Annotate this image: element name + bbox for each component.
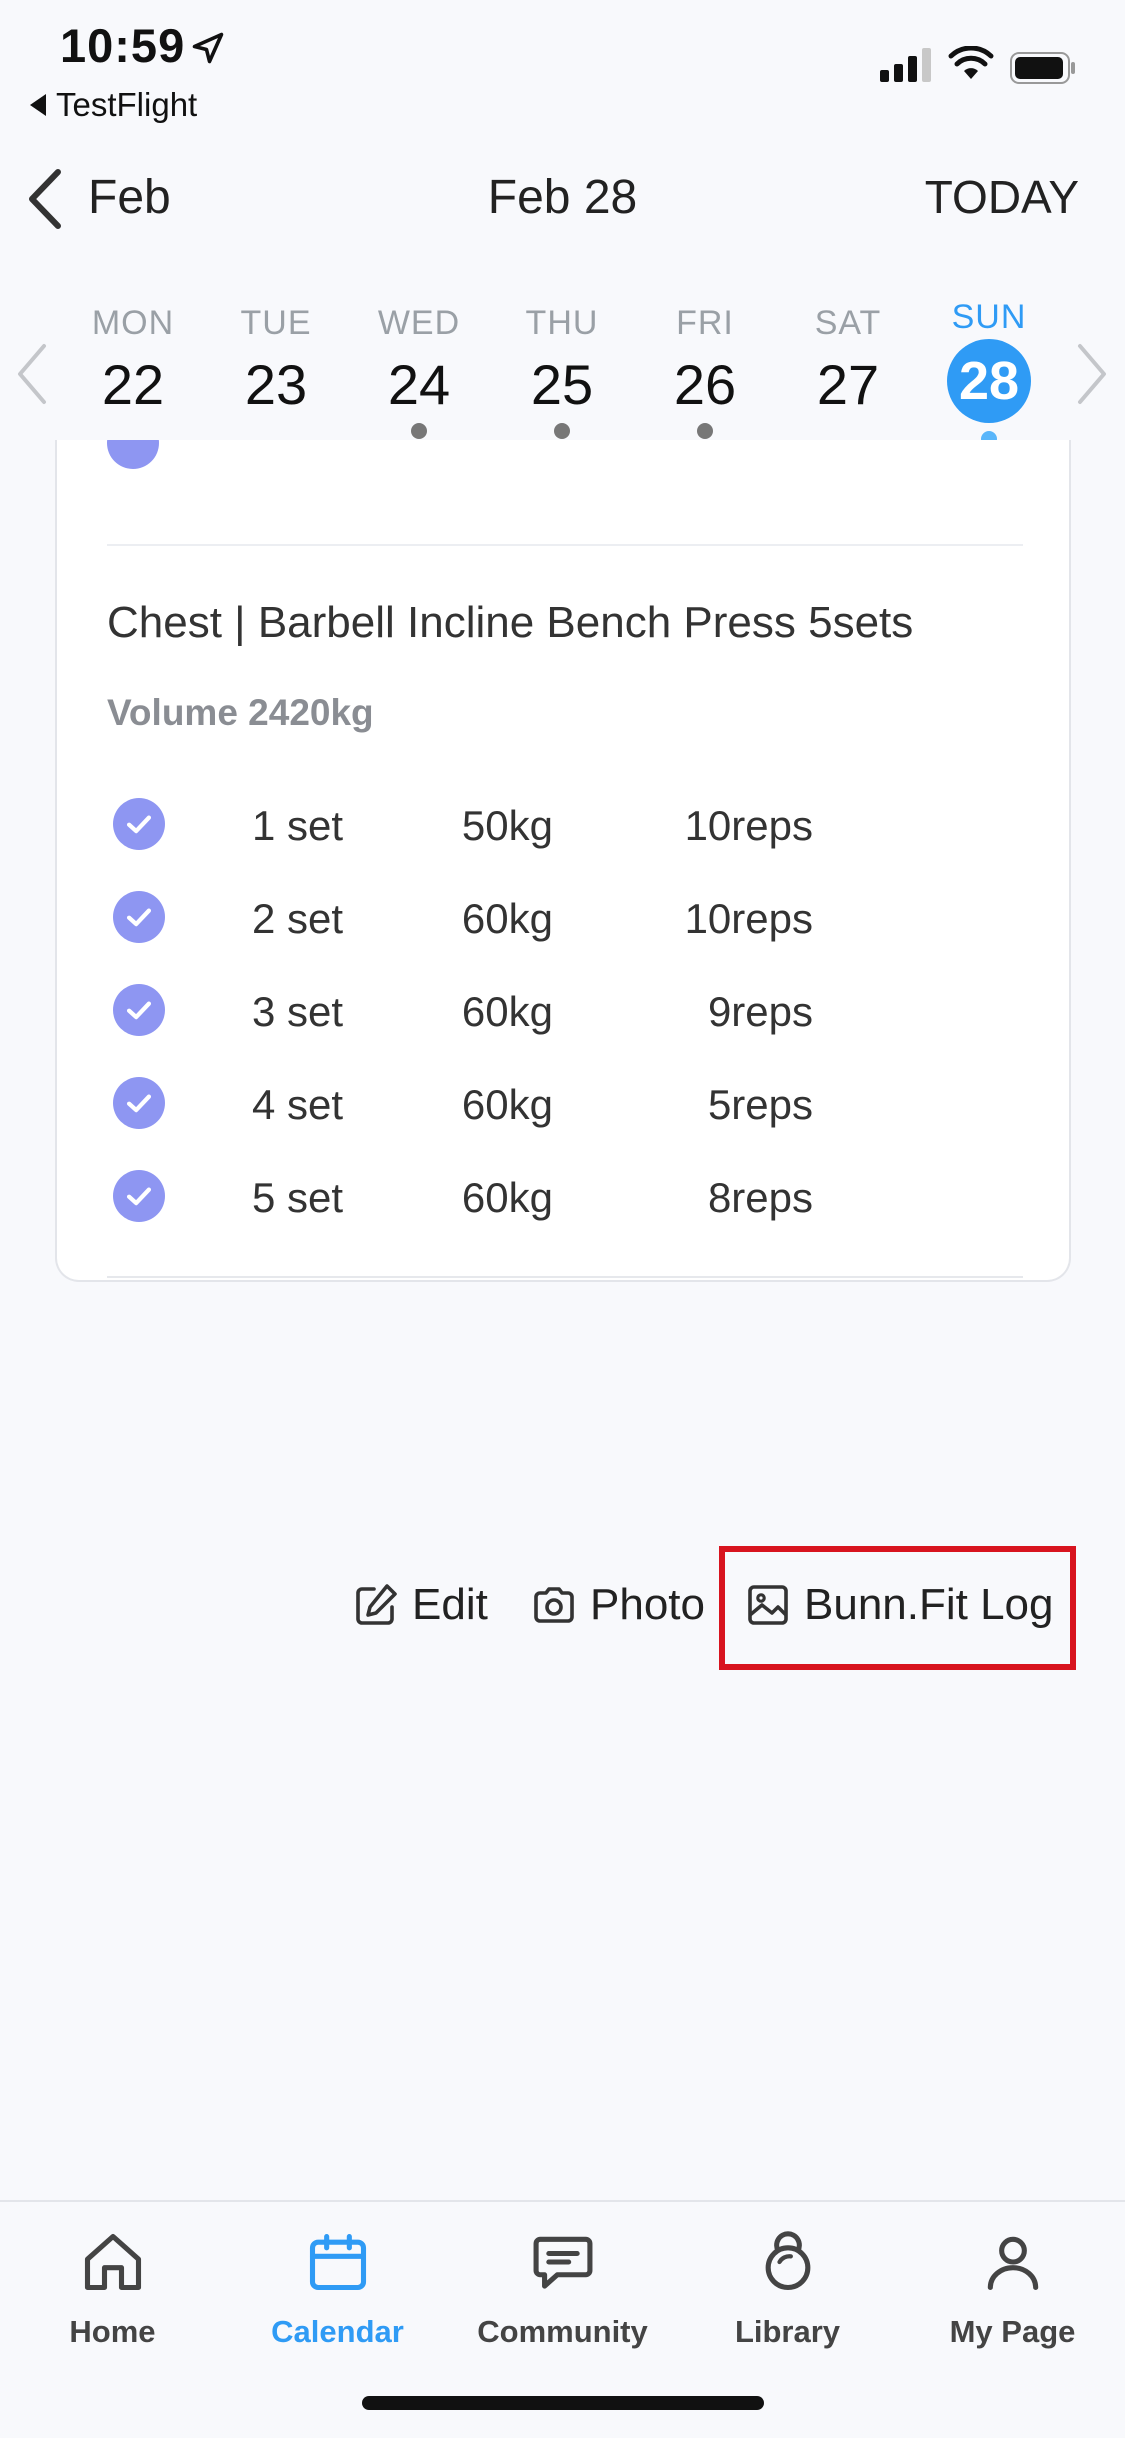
highlight-box <box>719 1546 1076 1670</box>
home-icon <box>84 2233 141 2291</box>
tab-label: Community <box>477 2314 648 2349</box>
day-mon[interactable]: MON 22 <box>73 304 193 421</box>
tab-home[interactable]: Home <box>0 2228 225 2350</box>
workout-dot <box>554 423 570 439</box>
tab-label: Library <box>734 2314 841 2349</box>
day-number: 28 <box>947 339 1031 423</box>
tab-label: My Page <box>949 2314 1076 2349</box>
check-icon[interactable] <box>113 891 165 943</box>
tab-calendar[interactable]: Calendar <box>225 2228 450 2350</box>
cellular-signal-icon <box>880 48 931 82</box>
set-weight: 60kg <box>461 1174 553 1221</box>
photo-button[interactable]: Photo <box>530 1580 705 1630</box>
chevron-right-icon[interactable] <box>1074 342 1110 406</box>
check-icon[interactable] <box>113 1170 165 1222</box>
set-weight: 60kg <box>461 1081 553 1128</box>
wifi-icon <box>948 46 994 79</box>
set-reps: 5reps <box>707 1081 813 1128</box>
set-number: 5 set <box>251 1174 343 1221</box>
check-icon[interactable] <box>113 1077 165 1129</box>
day-name: WED <box>377 304 461 342</box>
tab-label: Calendar <box>271 2314 404 2349</box>
person-icon <box>987 2236 1038 2291</box>
check-icon <box>107 440 159 469</box>
day-wed[interactable]: WED 24 <box>359 304 479 439</box>
back-triangle-icon <box>30 94 46 116</box>
check-icon[interactable] <box>113 984 165 1036</box>
day-number: 22 <box>101 353 165 416</box>
calendar-icon <box>309 2233 366 2291</box>
day-name: THU <box>525 304 599 342</box>
today-button[interactable]: TODAY <box>925 170 1079 224</box>
day-fri[interactable]: FRI 26 <box>645 304 765 439</box>
set-weight: 60kg <box>461 895 553 942</box>
edit-icon <box>356 1584 397 1625</box>
set-weight: 50kg <box>461 802 553 849</box>
day-name: SUN <box>951 298 1027 336</box>
day-number: 27 <box>816 353 880 416</box>
back-to-app[interactable]: TestFlight <box>30 86 197 124</box>
tab-my-page[interactable]: My Page <box>900 2228 1125 2350</box>
workout-card: Chest | Barbell Incline Bench Press 5set… <box>55 440 1071 1282</box>
tab-library[interactable]: Library <box>675 2228 900 2350</box>
edit-label: Edit <box>412 1580 488 1629</box>
day-number: 25 <box>530 353 594 416</box>
day-sat[interactable]: SAT 27 <box>788 304 908 421</box>
photo-label: Photo <box>590 1580 705 1629</box>
day-name: TUE <box>240 304 312 342</box>
set-number: 2 set <box>251 895 343 942</box>
set-reps: 10reps <box>684 895 813 942</box>
chat-icon <box>533 2236 592 2289</box>
set-reps: 10reps <box>684 802 813 849</box>
back-app-label: TestFlight <box>56 86 198 123</box>
exercise-volume: Volume 2420kg <box>107 692 374 733</box>
location-arrow-icon <box>192 32 224 64</box>
status-time: 10:59 <box>60 19 186 72</box>
set-reps: 9reps <box>707 988 813 1035</box>
set-number: 3 set <box>251 988 343 1035</box>
camera-icon <box>534 1587 574 1623</box>
day-name: FRI <box>676 304 734 342</box>
divider <box>107 544 1023 546</box>
divider <box>107 1276 1023 1278</box>
edit-button[interactable]: Edit <box>352 1580 488 1630</box>
tab-label: Home <box>69 2314 156 2349</box>
set-number: 1 set <box>251 802 343 849</box>
tab-community[interactable]: Community <box>450 2228 675 2350</box>
workout-dot <box>411 423 427 439</box>
day-tue[interactable]: TUE 23 <box>216 304 336 421</box>
exercise-title[interactable]: Chest | Barbell Incline Bench Press 5set… <box>107 598 913 648</box>
check-icon[interactable] <box>113 798 165 850</box>
battery-icon <box>1010 52 1075 84</box>
chevron-left-icon[interactable] <box>14 342 50 406</box>
day-sun-selected[interactable]: SUN 28 <box>929 298 1049 447</box>
set-reps: 8reps <box>707 1174 813 1221</box>
day-number: 24 <box>387 353 451 416</box>
set-weight: 60kg <box>461 988 553 1035</box>
cut-off-set-row <box>107 440 159 469</box>
kettlebell-icon <box>765 2231 810 2291</box>
day-number: 23 <box>244 353 308 416</box>
set-number: 4 set <box>251 1081 343 1128</box>
day-number: 26 <box>673 353 737 416</box>
day-name: SAT <box>814 304 882 342</box>
day-thu[interactable]: THU 25 <box>502 304 622 439</box>
workout-dot <box>697 423 713 439</box>
home-indicator[interactable] <box>362 2396 764 2410</box>
day-name: MON <box>91 304 175 342</box>
